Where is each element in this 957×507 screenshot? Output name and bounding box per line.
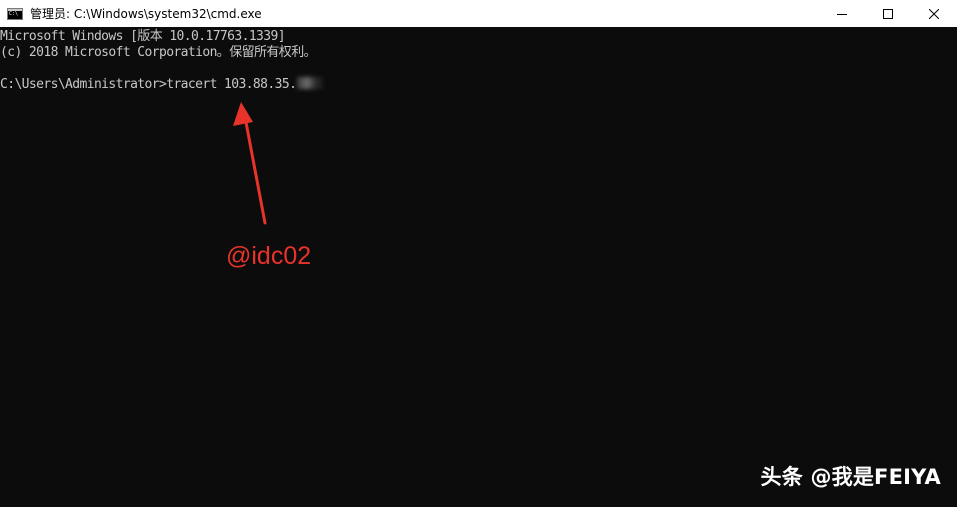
watermark: 头条 @我是FEIYA — [760, 465, 941, 489]
maximize-icon — [883, 8, 893, 19]
console-line-copyright: (c) 2018 Microsoft Corporation。保留所有权利。 — [0, 45, 317, 60]
console-line-version: Microsoft Windows [版本 10.0.17763.1339] — [0, 29, 286, 44]
cmd-app-icon[interactable] — [7, 7, 23, 20]
cmd-window: 管理员: C:\Windows\system32\cmd.exe Micros — [0, 0, 957, 507]
command-prompt-text: C:\Users\Administrator>tracert 103.88.35… — [0, 77, 297, 92]
title-bar[interactable]: 管理员: C:\Windows\system32\cmd.exe — [0, 0, 957, 27]
minimize-button[interactable] — [819, 0, 865, 27]
annotation-arrow — [233, 102, 267, 225]
maximize-button[interactable] — [865, 0, 911, 27]
console-line-command: C:\Users\Administrator>tracert 103.88.35… — [0, 77, 324, 93]
console-output[interactable]: Microsoft Windows [版本 10.0.17763.1339] (… — [0, 27, 957, 507]
redacted-ip-blur — [297, 77, 324, 89]
annotation-label: @idc02 — [226, 242, 312, 270]
window-title: 管理员: C:\Windows\system32\cmd.exe — [30, 7, 262, 21]
close-icon — [929, 8, 939, 19]
close-button[interactable] — [911, 0, 957, 27]
minimize-icon — [837, 13, 847, 15]
window-controls — [819, 0, 957, 27]
